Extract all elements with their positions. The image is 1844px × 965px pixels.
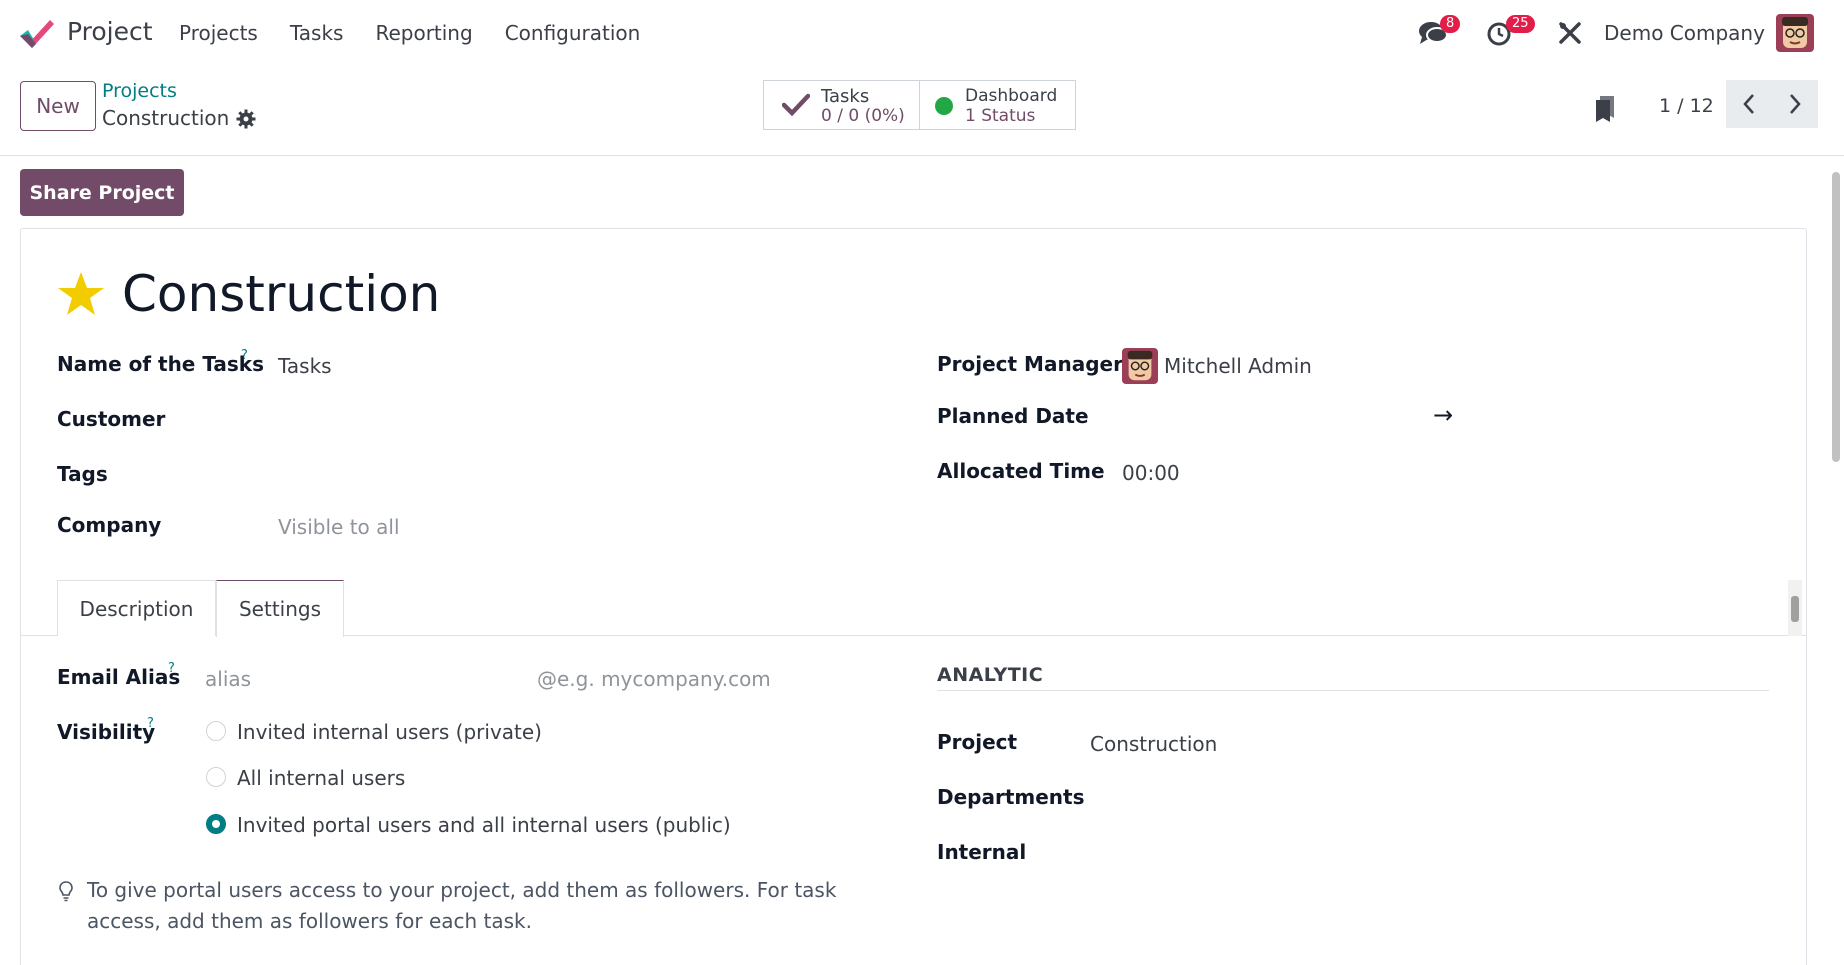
- menu-projects[interactable]: Projects: [179, 21, 258, 45]
- customer-input[interactable]: [278, 402, 838, 434]
- bookmark-icon[interactable]: [1594, 94, 1616, 124]
- visibility-public-radio[interactable]: [206, 814, 226, 834]
- alias-domain-input[interactable]: @e.g. mycompany.com: [537, 667, 771, 691]
- departments-label: Departments: [937, 785, 1085, 809]
- chevron-right-icon: [1790, 94, 1801, 114]
- customer-label: Customer: [57, 407, 166, 431]
- tabs-scrollbar[interactable]: [1788, 580, 1802, 636]
- lightbulb-icon: [59, 881, 73, 902]
- favorite-star-icon[interactable]: [56, 270, 106, 318]
- breadcrumb-current: Construction: [102, 106, 230, 130]
- allocated-time-label: Allocated Time: [937, 459, 1105, 483]
- breadcrumb-projects-link[interactable]: Projects: [102, 80, 177, 102]
- email-alias-label: Email Alias: [57, 665, 181, 689]
- tasks-stat-value: 0 / 0 (0%): [821, 106, 905, 126]
- messages-badge: 8: [1440, 15, 1461, 33]
- gear-icon[interactable]: [236, 109, 256, 129]
- main-menu: Projects Tasks Reporting Configuration: [179, 21, 672, 45]
- allocated-time-input[interactable]: 00:00: [1122, 461, 1180, 485]
- portal-users-hint: To give portal users access to your proj…: [87, 878, 837, 933]
- status-green-dot-icon: [935, 97, 953, 115]
- name-of-tasks-help[interactable]: ?: [241, 348, 248, 363]
- menu-reporting[interactable]: Reporting: [375, 21, 472, 45]
- analytic-project-input[interactable]: Construction: [1090, 732, 1217, 756]
- analytic-project-label: Project: [937, 730, 1018, 754]
- tags-input[interactable]: [278, 457, 838, 489]
- menu-configuration[interactable]: Configuration: [505, 21, 641, 45]
- visibility-label: Visibility: [57, 720, 156, 744]
- company-switcher[interactable]: Demo Company: [1604, 21, 1765, 45]
- visibility-internal-radio[interactable]: [206, 767, 226, 787]
- departments-input[interactable]: [1090, 780, 1770, 812]
- tasks-stat-button[interactable]: Tasks 0 / 0 (0%): [763, 80, 920, 130]
- pager-value[interactable]: 1 / 12: [1659, 95, 1714, 117]
- company-label: Company: [57, 513, 162, 537]
- internal-label: Internal: [937, 840, 1027, 864]
- menu-tasks[interactable]: Tasks: [290, 21, 344, 45]
- tasks-stat-label: Tasks: [821, 86, 870, 107]
- company-input[interactable]: Visible to all: [278, 515, 400, 539]
- tab-description[interactable]: Description: [57, 580, 216, 636]
- pager-next-button[interactable]: [1772, 80, 1818, 128]
- top-navbar: Project Projects Tasks Reporting Configu…: [0, 0, 1844, 66]
- project-title[interactable]: Construction: [122, 265, 440, 323]
- chevron-left-icon: [1743, 94, 1754, 114]
- dashboard-stat-button[interactable]: Dashboard 1 Status: [919, 80, 1076, 130]
- date-range-arrow-icon: →: [1433, 401, 1454, 429]
- planned-date-label: Planned Date: [937, 404, 1089, 428]
- visibility-private-radio[interactable]: [206, 721, 226, 741]
- dashboard-stat-value: 1 Status: [965, 106, 1036, 126]
- alias-input[interactable]: alias: [205, 667, 251, 691]
- tab-settings[interactable]: Settings: [216, 580, 344, 637]
- checkmark-icon: [782, 93, 810, 117]
- project-manager-label: Project Manager: [937, 352, 1123, 376]
- manager-avatar: [1122, 348, 1158, 384]
- control-panel: New Projects Construction Tasks 0 / 0 (0…: [0, 66, 1844, 156]
- share-project-button[interactable]: Share Project: [20, 169, 184, 216]
- internal-input[interactable]: [1090, 835, 1770, 867]
- new-button[interactable]: New: [20, 81, 96, 131]
- activities-badge: 25: [1506, 15, 1535, 33]
- page-scrollbar-thumb[interactable]: [1832, 172, 1840, 462]
- project-app-logo-icon[interactable]: [18, 16, 54, 50]
- analytic-divider: [937, 690, 1769, 691]
- visibility-help[interactable]: ?: [147, 716, 154, 731]
- project-manager-input[interactable]: Mitchell Admin: [1164, 354, 1312, 378]
- dashboard-stat-label: Dashboard: [965, 86, 1058, 106]
- visibility-private-label[interactable]: Invited internal users (private): [237, 720, 542, 744]
- name-of-tasks-label: Name of the Tasks: [57, 352, 265, 376]
- tags-label: Tags: [57, 462, 108, 486]
- email-alias-help[interactable]: ?: [168, 661, 175, 676]
- app-name[interactable]: Project: [67, 17, 153, 46]
- visibility-internal-label[interactable]: All internal users: [237, 766, 405, 790]
- visibility-public-label[interactable]: Invited portal users and all internal us…: [237, 813, 731, 837]
- analytic-heading: ANALYTIC: [937, 664, 1044, 686]
- name-of-tasks-input[interactable]: Tasks: [278, 354, 332, 378]
- user-avatar[interactable]: [1776, 14, 1814, 52]
- debug-tools-icon[interactable]: [1558, 21, 1582, 45]
- pager-previous-button[interactable]: [1726, 80, 1772, 128]
